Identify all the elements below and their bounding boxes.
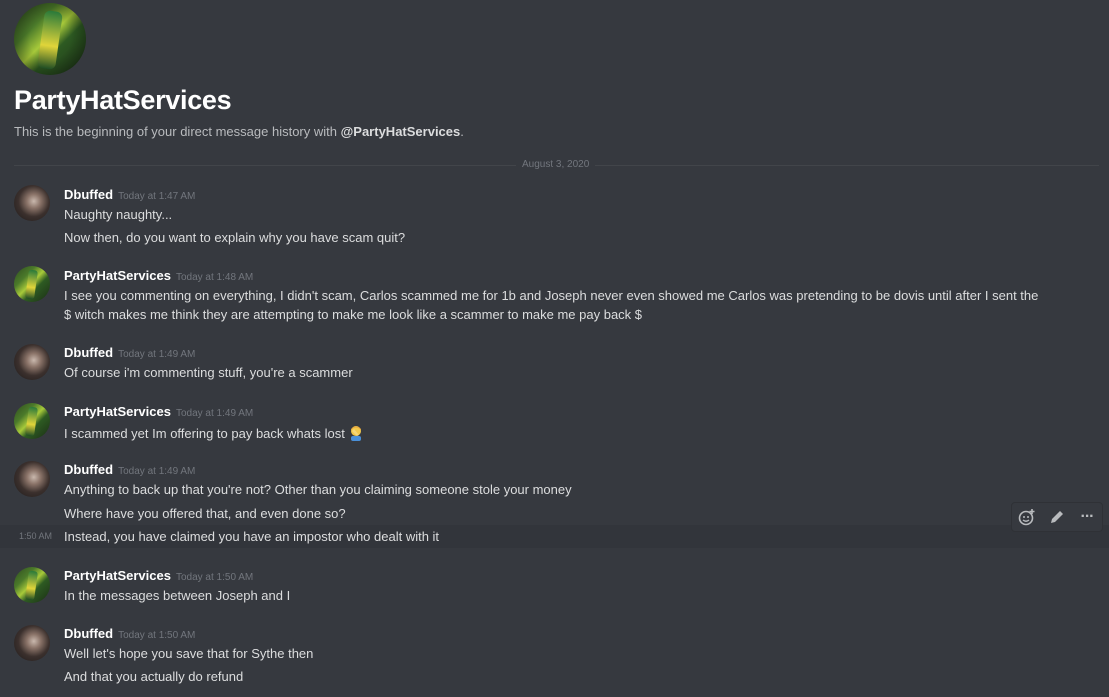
dm-intro-text: This is the beginning of your direct mes… xyxy=(14,124,1099,139)
message-text: I scammed yet Im offering to pay back wh… xyxy=(64,425,364,441)
message-timestamp: Today at 1:49 AM xyxy=(118,349,196,360)
profile-avatar[interactable] xyxy=(14,3,86,75)
author-name[interactable]: Dbuffed xyxy=(64,462,113,477)
dm-header: PartyHatServices This is the beginning o… xyxy=(14,3,1099,139)
add-reaction-icon[interactable] xyxy=(1016,506,1038,528)
message-header: PartyHatServices Today at 1:50 AM xyxy=(64,567,253,585)
edit-icon[interactable] xyxy=(1046,506,1068,528)
message-text: I see you commenting on everything, I di… xyxy=(64,288,1039,303)
message-timestamp: Today at 1:47 AM xyxy=(118,191,196,202)
message-text: Well let's hope you save that for Sythe … xyxy=(64,646,314,661)
author-name[interactable]: PartyHatServices xyxy=(64,568,171,583)
dm-title: PartyHatServices xyxy=(14,85,232,115)
author-name[interactable]: PartyHatServices xyxy=(64,268,171,283)
message-text: And that you actually do refund xyxy=(64,669,244,684)
author-name[interactable]: Dbuffed xyxy=(64,187,113,202)
message-actions-toolbar: ··· xyxy=(1011,502,1103,532)
message-text: Now then, do you want to explain why you… xyxy=(64,230,406,245)
avatar-dbuffed[interactable] xyxy=(14,461,50,497)
message-header: Dbuffed Today at 1:49 AM xyxy=(64,344,195,362)
message-text: Instead, you have claimed you have an im… xyxy=(64,529,440,544)
avatar-dbuffed[interactable] xyxy=(14,625,50,661)
avatar-dbuffed[interactable] xyxy=(14,344,50,380)
avatar-partyhatservices[interactable] xyxy=(14,266,50,302)
message-timestamp: Today at 1:50 AM xyxy=(118,630,196,641)
message-text: Of course i'm commenting stuff, you're a… xyxy=(64,365,353,380)
message-text: Naughty naughty... xyxy=(64,207,173,222)
message-text: Anything to back up that you're not? Oth… xyxy=(64,482,572,497)
message-header: PartyHatServices Today at 1:49 AM xyxy=(64,403,253,421)
intro-prefix: This is the beginning of your direct mes… xyxy=(14,124,341,139)
intro-handle[interactable]: @PartyHatServices xyxy=(341,124,461,139)
author-name[interactable]: Dbuffed xyxy=(64,626,113,641)
message-header: Dbuffed Today at 1:50 AM xyxy=(64,625,195,643)
avatar-dbuffed[interactable] xyxy=(14,185,50,221)
message-header: Dbuffed Today at 1:47 AM xyxy=(64,186,195,204)
author-name[interactable]: Dbuffed xyxy=(64,345,113,360)
message-header: PartyHatServices Today at 1:48 AM xyxy=(64,267,253,285)
date-divider-label: August 3, 2020 xyxy=(516,159,596,170)
message-timestamp: Today at 1:48 AM xyxy=(175,272,254,283)
message-timestamp: Today at 1:49 AM xyxy=(118,466,196,477)
man-facepalming-emoji[interactable] xyxy=(348,425,364,441)
message-text: In the messages between Joseph and I xyxy=(64,588,291,603)
intro-suffix: . xyxy=(460,124,464,139)
message-text: $ witch makes me think they are attempti… xyxy=(64,307,643,322)
message-timestamp: Today at 1:50 AM xyxy=(175,572,254,583)
more-options-icon[interactable]: ··· xyxy=(1076,506,1098,528)
avatar-partyhatservices[interactable] xyxy=(14,403,50,439)
message-text-content: I scammed yet Im offering to pay back wh… xyxy=(64,426,345,441)
message-text: Where have you offered that, and even do… xyxy=(64,506,346,521)
message-timestamp: Today at 1:49 AM xyxy=(175,408,254,419)
hover-timestamp: 1:50 AM xyxy=(19,531,53,541)
avatar-partyhatservices[interactable] xyxy=(14,567,50,603)
message-header: Dbuffed Today at 1:49 AM xyxy=(64,461,195,479)
author-name[interactable]: PartyHatServices xyxy=(64,404,171,419)
